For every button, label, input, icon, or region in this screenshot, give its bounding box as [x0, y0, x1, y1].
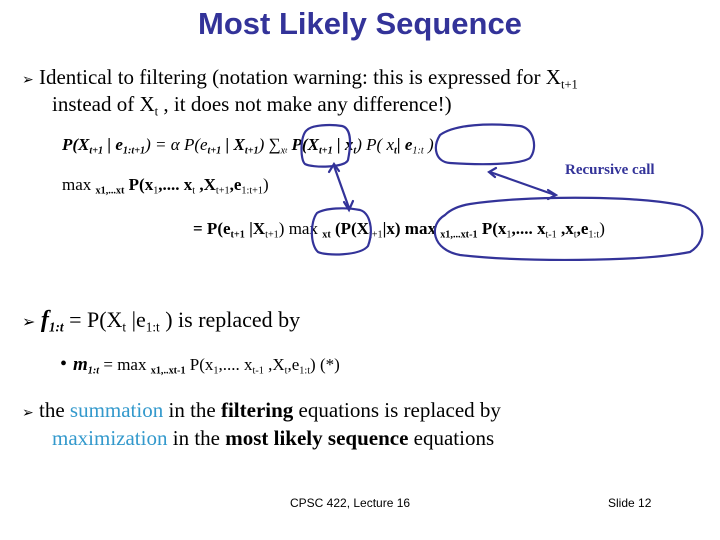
- eq-sub: 1:t: [412, 145, 424, 157]
- sum-to-max-arrow: [332, 164, 351, 210]
- eq-sub: xt: [322, 229, 331, 241]
- bullet-text: , it does not make any difference!): [158, 92, 452, 116]
- eq-part: |x) max: [382, 219, 441, 238]
- bullet-identical-line2: instead of Xt , it does not make any dif…: [52, 92, 452, 118]
- sum-arrowhead: [327, 162, 341, 174]
- bullet-text: the: [38, 398, 70, 422]
- arrow-bullet-icon: ➢: [22, 314, 36, 331]
- bullet-text: ,.... x: [218, 355, 253, 374]
- eq-part: = P(e: [193, 219, 231, 238]
- eq-part: ,.... x: [511, 219, 546, 238]
- eq-part: (P(X: [330, 219, 369, 238]
- eq-part: | e: [103, 135, 123, 154]
- bullet-text: ) (*): [310, 355, 340, 374]
- subscript: 1:t: [48, 319, 64, 335]
- recursion-equation: = P(et+1 |Xt+1) max xt (P(Xt+1|x) max x1…: [193, 219, 605, 241]
- eq-part: P(X: [62, 135, 90, 154]
- eq-part: ) = α P(e: [145, 135, 208, 154]
- bold-filtering: filtering: [220, 398, 294, 422]
- bullet-text: instead of X: [52, 92, 155, 116]
- bullet-summation-replaced: ➢ the summation in the filtering equatio…: [22, 398, 501, 423]
- f-symbol: f: [40, 307, 49, 333]
- eq-part: ) ∑: [258, 135, 281, 154]
- bullet-text: ,X: [263, 355, 285, 374]
- subscript: 1:t: [145, 319, 160, 335]
- bullet-text: equations is replaced by: [293, 398, 501, 422]
- dot-bullet-icon: •: [60, 353, 68, 375]
- arrow-bullet-icon: ➢: [22, 73, 34, 88]
- m-symbol: m: [73, 354, 88, 375]
- eq-part: |X: [244, 219, 266, 238]
- highlight-summation: summation: [69, 398, 164, 422]
- recursive-arrowhead-top: [487, 166, 498, 179]
- eq-part: ,x: [556, 219, 574, 238]
- eq-sub: x1,...xt-1: [440, 229, 478, 241]
- bullet-text: Identical to filtering (notation warning…: [38, 65, 561, 89]
- sub-bullet-m: • m1:t = max x1,..xt-1 P(x1,.... xt-1 ,Xt…: [60, 353, 340, 376]
- eq-sub: t+1: [89, 145, 104, 157]
- eq-sub: t+1: [215, 185, 230, 197]
- recursive-arrow: [488, 170, 557, 197]
- bullet-text: = P(X: [63, 307, 123, 332]
- eq-sub: t+1: [207, 145, 222, 157]
- bullet-identical-to-filtering: ➢ Identical to filtering (notation warni…: [22, 65, 578, 92]
- eq-part: | e: [396, 135, 413, 154]
- bullet-f-replaced: ➢ f1:t = P(Xt |e1:t ) is replaced by: [22, 307, 300, 334]
- filtering-equation: P(Xt+1 | e1:t+1) = α P(et+1 | Xt+1) ∑xt …: [62, 135, 434, 157]
- subscript: 1:t: [87, 365, 100, 377]
- eq-sub: t+1: [368, 229, 383, 241]
- subscript: t+1: [560, 77, 578, 92]
- bullet-text: in the: [163, 398, 221, 422]
- bullet-summation-line2: maximization in the most likely sequence…: [52, 426, 494, 451]
- footer-slide-number: Slide 12: [608, 496, 652, 510]
- recursive-call-label: Recursive call: [565, 162, 655, 178]
- footer-course: CPSC 422, Lecture 16: [290, 496, 411, 510]
- slide-title: Most Likely Sequence: [198, 6, 522, 41]
- bullet-text: = max: [99, 355, 151, 374]
- eq-part: ,e: [576, 219, 589, 238]
- eq-sub: 1:t+1: [122, 145, 146, 157]
- max-equation: max x1,...xt P(x1,.... xt ,Xt+1,e1:t+1): [62, 175, 269, 197]
- bullet-text: equations: [408, 426, 495, 450]
- bold-most-likely-sequence: most likely sequence: [225, 426, 409, 450]
- arrow-bullet-icon: ➢: [22, 406, 34, 421]
- eq-sub: t+1: [230, 229, 245, 241]
- eq-part: ,.... x: [158, 175, 193, 194]
- eq-part: P(x: [477, 219, 507, 238]
- eq-part: ): [599, 219, 605, 238]
- prior-circle: [434, 123, 536, 166]
- subscript: t-1: [252, 365, 264, 377]
- eq-sub: x1,...xt: [95, 185, 125, 197]
- max-arrowhead: [342, 199, 355, 213]
- subscript: 1:t: [299, 365, 311, 377]
- eq-sub: 1:t+1: [241, 185, 263, 197]
- highlight-maximization: maximization: [52, 426, 168, 450]
- eq-part: P(x: [124, 175, 154, 194]
- eq-part: P(X: [287, 135, 319, 154]
- eq-sub: t+1: [318, 145, 333, 157]
- eq-part: ): [262, 175, 269, 194]
- eq-part: max: [62, 175, 96, 194]
- eq-part: ,e: [229, 175, 242, 194]
- eq-part: | x: [332, 135, 354, 154]
- eq-part: | X: [221, 135, 245, 154]
- bullet-text: P(x: [185, 355, 214, 374]
- recursive-arrowhead-bottom: [546, 188, 559, 201]
- eq-sub: t-1: [545, 229, 557, 241]
- subscript: x1,..xt-1: [150, 365, 186, 377]
- eq-part: ) max: [278, 219, 323, 238]
- bullet-text: in the: [167, 426, 226, 450]
- eq-sub: 1:t: [588, 229, 600, 241]
- eq-sub: t+1: [265, 229, 279, 241]
- eq-part: ): [423, 135, 434, 154]
- bullet-text: |e: [126, 307, 146, 332]
- bullet-text: ,e: [287, 355, 300, 374]
- eq-sub: t+1: [244, 145, 259, 157]
- bullet-text: ) is replaced by: [159, 307, 301, 332]
- eq-part: ,X: [195, 175, 216, 194]
- eq-part: ) P( x: [356, 135, 395, 154]
